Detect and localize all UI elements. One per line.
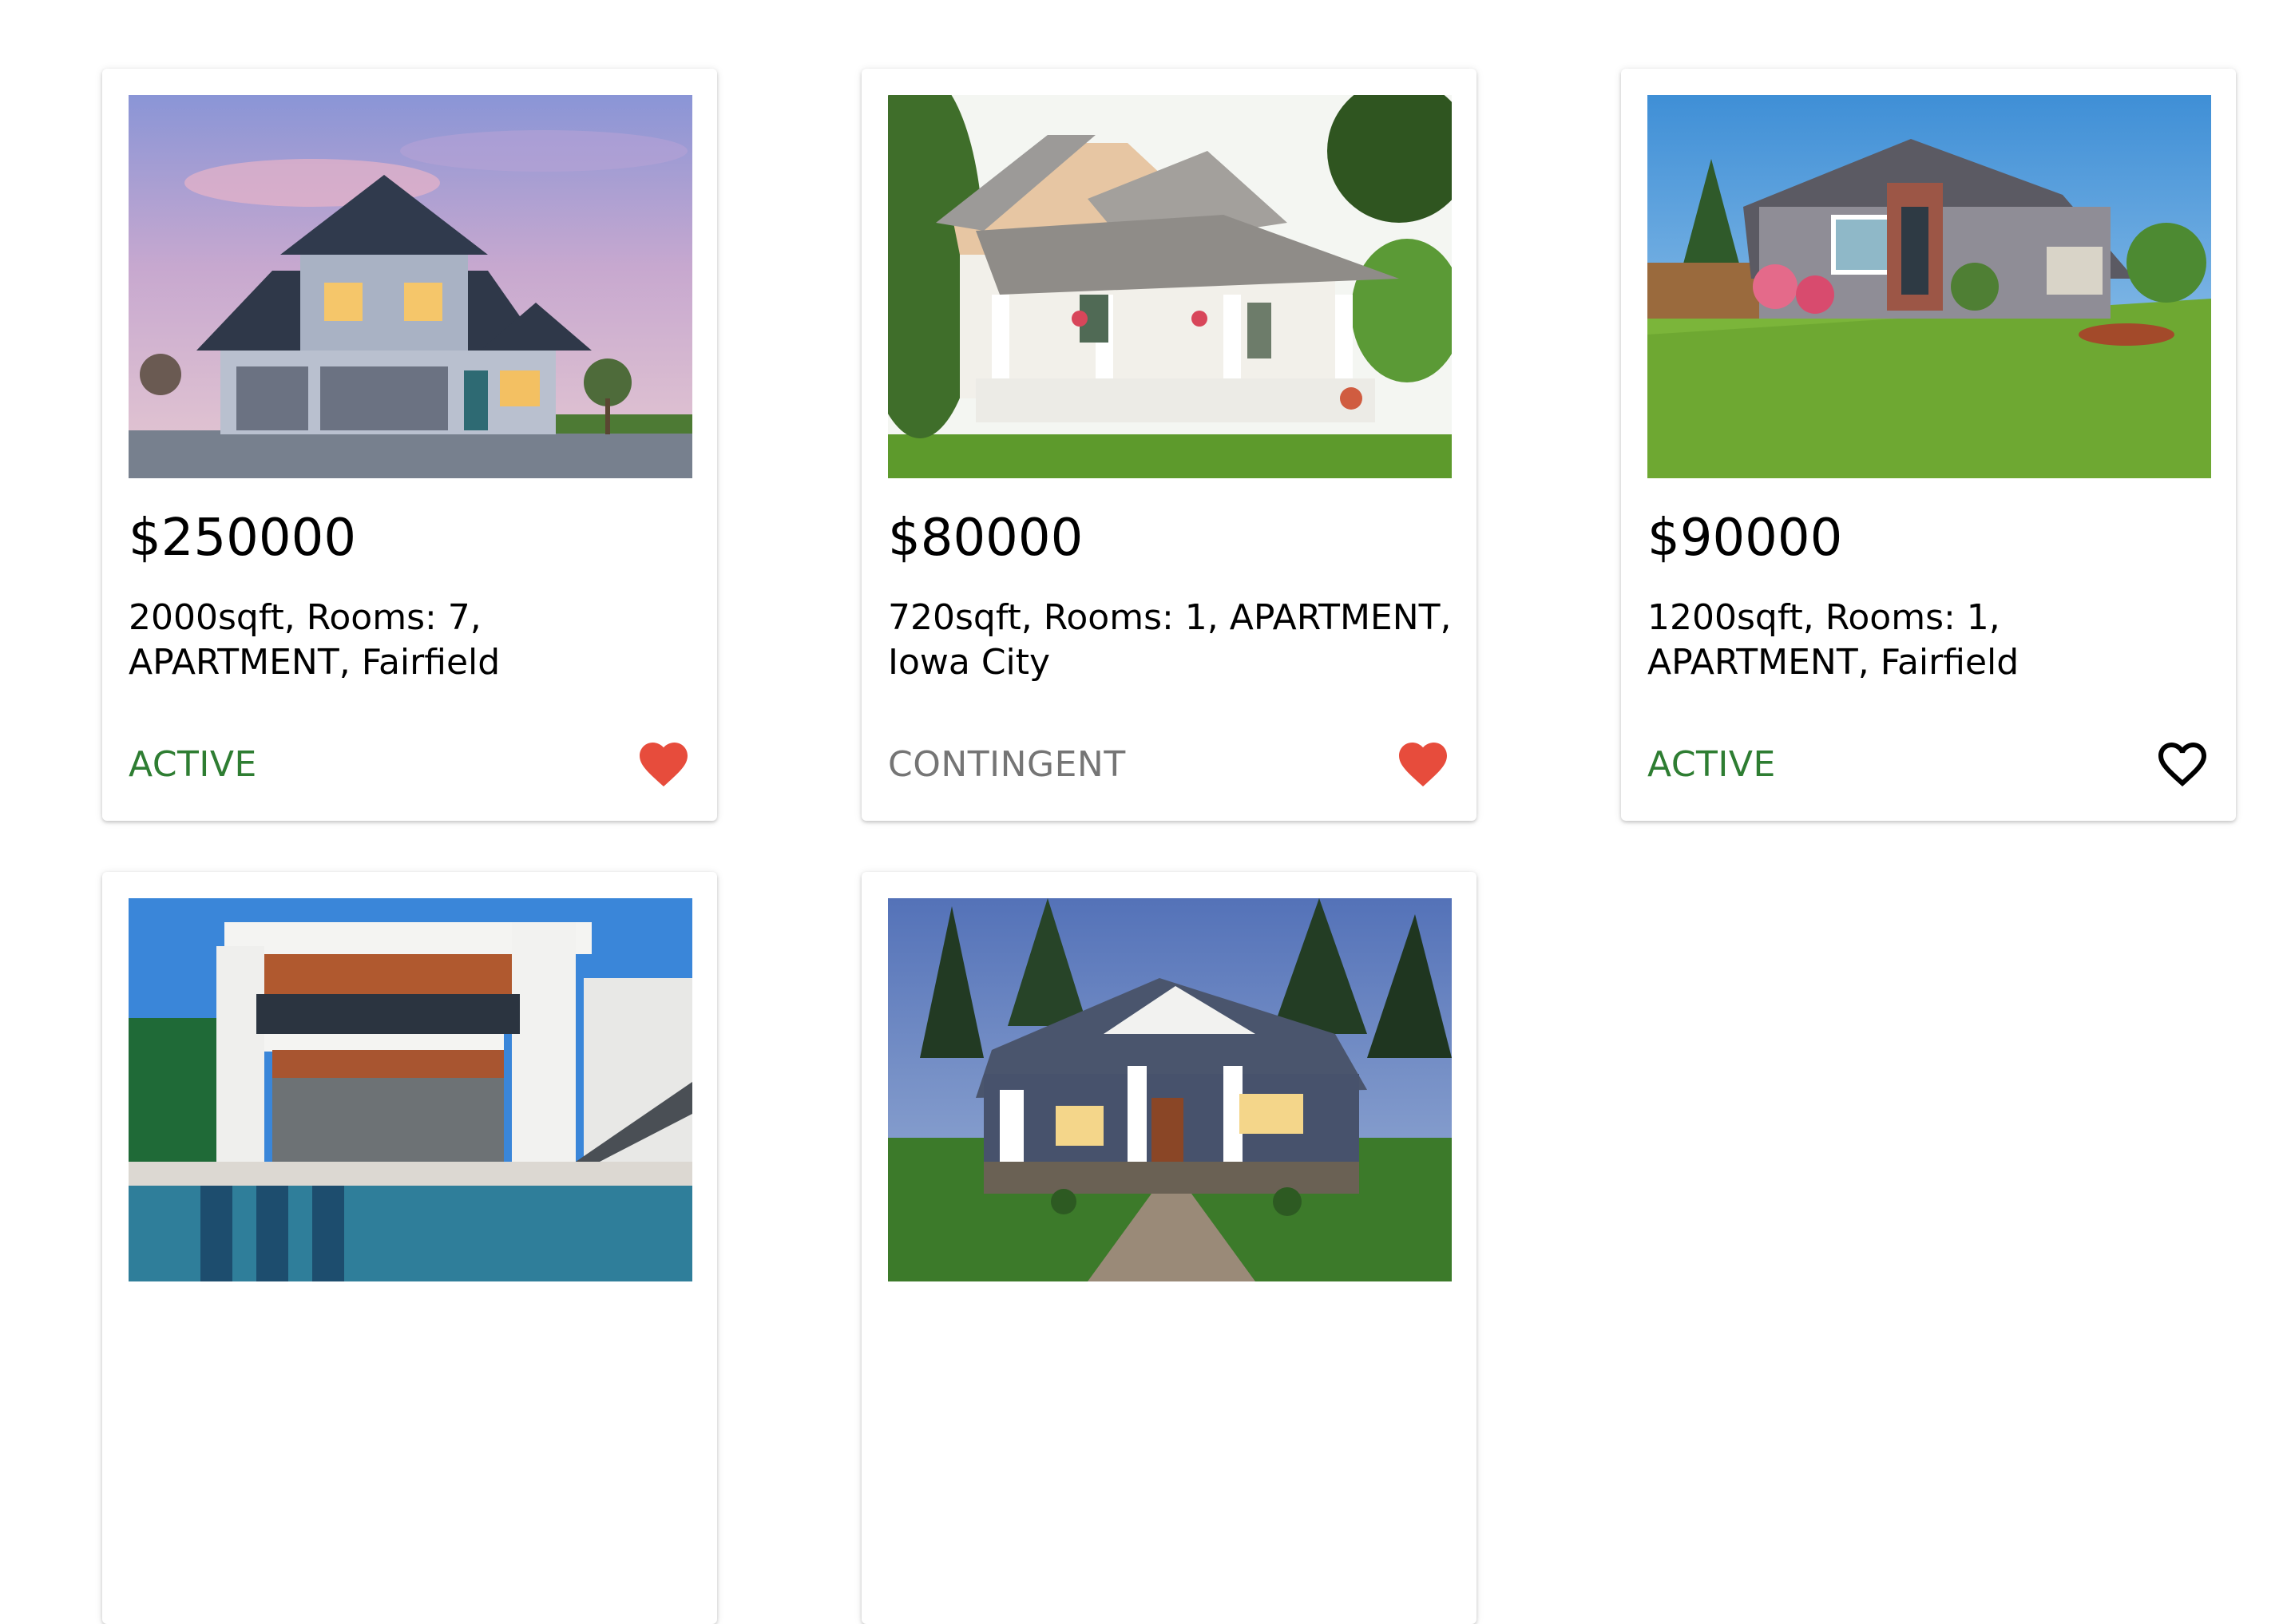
heart-filled-icon <box>1399 743 1447 787</box>
listings-grid: $250000 2000sqft, Rooms: 7, APARTMENT, F… <box>102 69 2236 1624</box>
listing-photo[interactable] <box>129 898 692 1281</box>
listing-status: CONTINGENT <box>888 744 1126 785</box>
listing-price: $90000 <box>1647 509 1843 568</box>
heart-filled-icon <box>640 743 688 787</box>
listing-photo[interactable] <box>888 898 1452 1281</box>
listing-photo[interactable] <box>129 95 692 478</box>
listing-card[interactable]: $90000 1200sqft, Rooms: 1, APARTMENT, Fa… <box>1621 69 2236 821</box>
listing-photo[interactable] <box>888 95 1452 478</box>
listing-card[interactable]: $80000 720sqft, Rooms: 1, APARTMENT, Iow… <box>862 69 1476 821</box>
house-photo <box>129 95 692 478</box>
house-photo <box>888 898 1452 1281</box>
favorite-button[interactable] <box>2154 735 2211 793</box>
house-photo <box>1647 95 2211 478</box>
listing-status: ACTIVE <box>1647 744 1776 785</box>
listing-price: $80000 <box>888 509 1084 568</box>
listing-details: 720sqft, Rooms: 1, APARTMENT, Iowa City <box>888 597 1452 683</box>
listing-details: 1200sqft, Rooms: 1, APARTMENT, Fairfield <box>1647 597 2019 683</box>
favorite-button[interactable] <box>1394 735 1452 793</box>
listing-card[interactable] <box>102 872 717 1624</box>
listing-status: ACTIVE <box>129 744 257 785</box>
house-photo <box>888 95 1452 478</box>
heart-outline-icon <box>2158 743 2206 787</box>
listing-price: $250000 <box>129 509 357 568</box>
house-photo <box>129 898 692 1281</box>
listing-card[interactable] <box>862 872 1476 1624</box>
favorite-button[interactable] <box>635 735 692 793</box>
listing-photo[interactable] <box>1647 95 2211 478</box>
listing-details: 2000sqft, Rooms: 7, APARTMENT, Fairfield <box>129 597 501 683</box>
listing-card[interactable]: $250000 2000sqft, Rooms: 7, APARTMENT, F… <box>102 69 717 821</box>
